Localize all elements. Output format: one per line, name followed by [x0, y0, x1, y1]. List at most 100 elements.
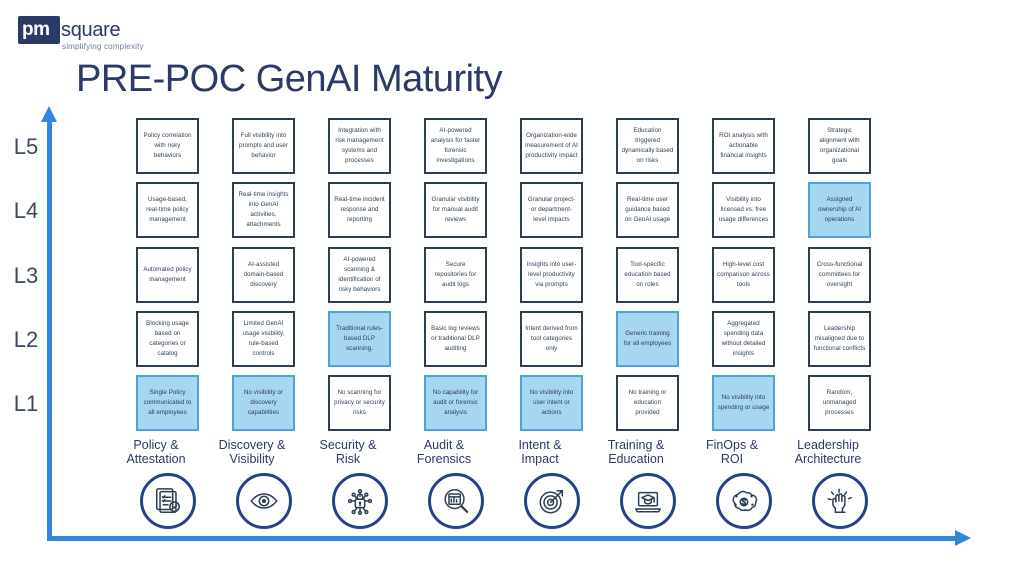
maturity-cell[interactable]: Automated policy management [136, 247, 199, 303]
maturity-cell[interactable]: Generic training for all employees [616, 311, 679, 367]
maturity-cell[interactable]: Traditional rules-based DLP scanning. [328, 311, 391, 367]
column-header-label: Training & Education [607, 438, 665, 466]
maturity-cell-text: ROI analysis with actionable financial i… [719, 131, 768, 160]
laptop-graduation-icon [619, 473, 676, 529]
maturity-cell-text: Secure repositories for audit logs [434, 260, 477, 289]
maturity-cell[interactable]: AI-assisted domain-based discovery [232, 247, 295, 303]
maturity-cell-text: Traditional rules-based DLP scanning. [336, 324, 383, 353]
column-header[interactable]: Security & Risk [320, 438, 391, 529]
maturity-cell-text: No visibility into spending or usage [717, 393, 770, 411]
maturity-cell-text: High-level cost comparison across tools [717, 260, 770, 289]
brain-dollar-network-icon [715, 473, 772, 529]
column-header-label: Discovery & Visibility [218, 438, 286, 466]
maturity-cell[interactable]: Single Policy communicated to all employ… [136, 375, 199, 431]
maturity-cell[interactable]: Leadership misaligned due to functional … [808, 311, 871, 367]
maturity-cell[interactable]: No training or education provided [616, 375, 679, 431]
maturity-cell[interactable]: Blocking usage based on categories or ca… [136, 311, 199, 367]
maturity-cell[interactable]: AI-powered analysis for faster forensic … [424, 118, 487, 174]
arrow-right-icon [955, 530, 971, 546]
lock-circuit-icon [331, 473, 388, 529]
maturity-cell-text: Limited GenAI usage visibility, rule-bas… [242, 319, 285, 358]
maturity-cell-text: Leadership misaligned due to functional … [813, 324, 866, 353]
maturity-cell-text: Insights into user-level productivity vi… [526, 260, 577, 289]
maturity-cell-text: AI-powered analysis for faster forensic … [430, 126, 481, 165]
hand-megaphone-icon [811, 473, 868, 529]
maturity-cell-text: Real-time user guidance based on GenAI u… [624, 195, 671, 224]
maturity-cell[interactable]: Aggregated spending data without detaile… [712, 311, 775, 367]
column-header[interactable]: Training & Education [608, 438, 679, 529]
maturity-cell[interactable]: Tool-specific education based on roles [616, 247, 679, 303]
brand-logo: pm square simplifying complexity [18, 16, 158, 60]
maturity-cell[interactable]: No visibility into spending or usage [712, 375, 775, 431]
maturity-cell-text: Granular visibility for manual audit rev… [431, 195, 480, 224]
maturity-cell[interactable]: ROI analysis with actionable financial i… [712, 118, 775, 174]
maturity-cell[interactable]: Granular project- or department-level im… [520, 182, 583, 238]
maturity-cell[interactable]: Limited GenAI usage visibility, rule-bas… [232, 311, 295, 367]
maturity-cell[interactable]: No scanning for privacy or security risk… [328, 375, 391, 431]
maturity-cell[interactable]: Education triggered dynamically based on… [616, 118, 679, 174]
maturity-cell[interactable]: Assigned ownership of AI operations [808, 182, 871, 238]
maturity-cell-text: Education triggered dynamically based on… [621, 126, 674, 165]
level-label-l3: L3 [13, 263, 39, 288]
level-label-l5: L5 [13, 134, 39, 159]
y-axis [47, 120, 52, 540]
maturity-cell[interactable]: Full visibility into prompts and user be… [232, 118, 295, 174]
column-header[interactable]: Audit & Forensics [417, 438, 487, 529]
column-header-label: FinOps & ROI [705, 438, 759, 466]
maturity-cell[interactable]: Strategic alignment with organizational … [808, 118, 871, 174]
maturity-cell[interactable]: High-level cost comparison across tools [712, 247, 775, 303]
column-header[interactable]: Intent & Impact [518, 438, 583, 529]
column-header[interactable]: Leadership Architecture [795, 438, 871, 529]
maturity-cell[interactable]: Granular visibility for manual audit rev… [424, 182, 487, 238]
maturity-cell[interactable]: Random, unmanaged processes [808, 375, 871, 431]
maturity-cell[interactable]: Basic log reviews or traditional DLP aud… [424, 311, 487, 367]
maturity-cell[interactable]: Integration with risk management systems… [328, 118, 391, 174]
maturity-cell-text: Visibility into licensed vs. free usage … [718, 195, 769, 224]
column-header-label: Leadership Architecture [794, 438, 862, 466]
grid-row-l2: Blocking usage based on categories or ca… [136, 311, 871, 367]
logo-mark-text: pm [22, 19, 50, 40]
maturity-cell[interactable]: Real-time insights into GenAI activities… [232, 182, 295, 238]
grid-row-l4: Usage-based, real-time policy management… [136, 182, 871, 238]
column-header[interactable]: FinOps & ROI [706, 438, 775, 529]
grid-row-l5: Policy correlation with risky behaviors F… [136, 118, 871, 174]
level-label-l2: L2 [13, 327, 39, 352]
maturity-cell-text: AI-assisted domain-based discovery [243, 260, 284, 289]
level-label-l1: L1 [13, 391, 39, 416]
maturity-cell[interactable]: Organization-wide measurement of AI prod… [520, 118, 583, 174]
eye-icon [235, 473, 292, 529]
maturity-cell-text: Tool-specific education based on roles [624, 260, 671, 289]
maturity-cell-text: Granular project- or department-level im… [527, 195, 576, 224]
column-header[interactable]: Discovery & Visibility [219, 438, 295, 529]
maturity-cell-text: Policy correlation with risky behaviors [143, 131, 192, 160]
maturity-cell-text: Organization-wide measurement of AI prod… [525, 131, 578, 160]
x-axis [47, 536, 957, 541]
maturity-cell[interactable]: Real-time incident response and reportin… [328, 182, 391, 238]
column-header[interactable]: Policy & Attestation [126, 438, 199, 529]
maturity-cell-text: No scanning for privacy or security risk… [334, 388, 385, 417]
maturity-cell[interactable]: No visibility or discovery capabilities [232, 375, 295, 431]
maturity-cell-text: Automated policy management [143, 265, 192, 283]
maturity-cell-text: Random, unmanaged processes [822, 388, 857, 417]
maturity-cell-text: No visibility into user intent or action… [529, 388, 574, 417]
maturity-cell-text: Full visibility into prompts and user be… [239, 131, 288, 160]
maturity-cell[interactable]: Real-time user guidance based on GenAI u… [616, 182, 679, 238]
maturity-cell[interactable]: Intent derived from tool categories only [520, 311, 583, 367]
maturity-cell[interactable]: Cross-functional committees for oversigh… [808, 247, 871, 303]
maturity-cell-text: AI-powered scanning & identification of … [338, 255, 381, 294]
level-label-l4: L4 [13, 198, 39, 223]
maturity-cell[interactable]: Visibility into licensed vs. free usage … [712, 182, 775, 238]
maturity-cell[interactable]: AI-powered scanning & identification of … [328, 247, 391, 303]
maturity-cell-text: Cross-functional committees for oversigh… [816, 260, 863, 289]
maturity-cell-text: Blocking usage based on categories or ca… [146, 319, 189, 358]
maturity-cell[interactable]: No visibility into user intent or action… [520, 375, 583, 431]
maturity-cell-text: Strategic alignment with organizational … [819, 126, 860, 165]
maturity-cell-text: No visibility or discovery capabilities [244, 388, 283, 417]
maturity-cell[interactable]: Insights into user-level productivity vi… [520, 247, 583, 303]
logo-wordmark: square [61, 19, 121, 41]
maturity-cell-text: Generic training for all employees [623, 329, 672, 347]
maturity-cell[interactable]: Usage-based, real-time policy management [136, 182, 199, 238]
maturity-cell[interactable]: No capability for audit or forensic anal… [424, 375, 487, 431]
maturity-cell[interactable]: Secure repositories for audit logs [424, 247, 487, 303]
maturity-cell[interactable]: Policy correlation with risky behaviors [136, 118, 199, 174]
